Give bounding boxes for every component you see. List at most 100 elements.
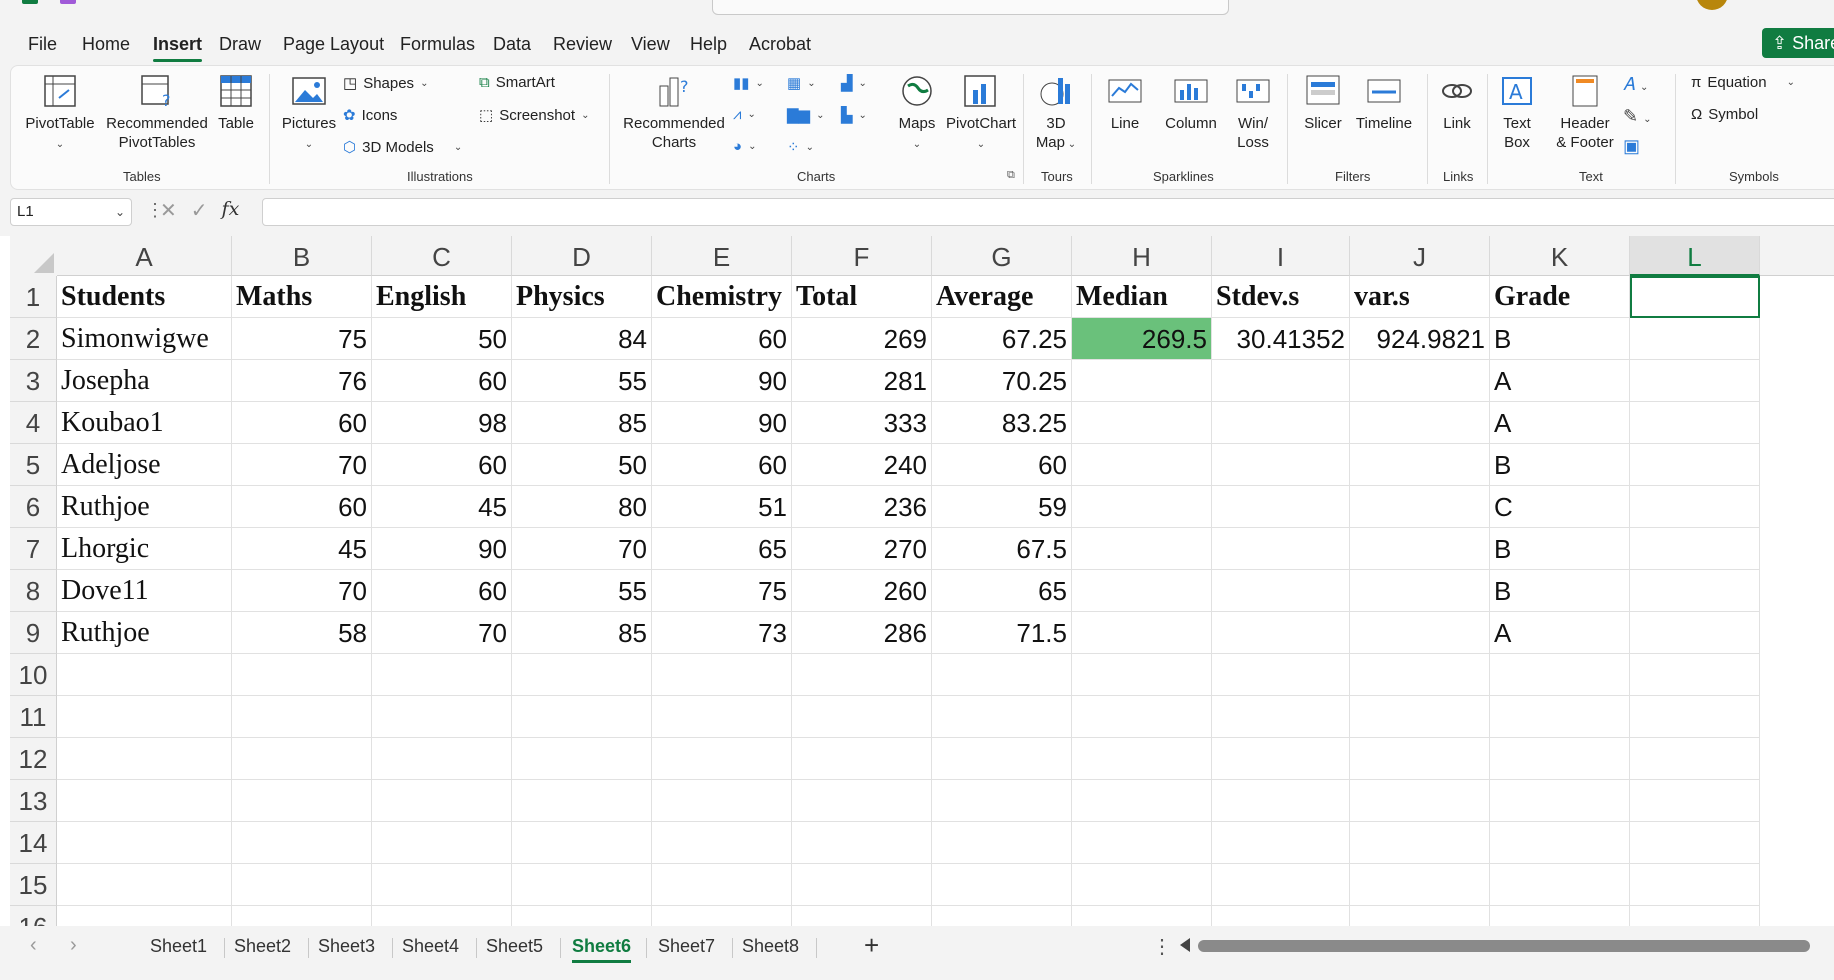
cancel-icon[interactable]: ✕ [160, 198, 177, 223]
sheet-tab-sheet4[interactable]: Sheet4 [402, 936, 459, 957]
tab-page-layout[interactable]: Page Layout [283, 34, 384, 55]
cell[interactable] [1072, 528, 1212, 570]
cell[interactable] [1350, 780, 1490, 822]
column-header-b[interactable]: B [232, 236, 372, 276]
tab-draw[interactable]: Draw [219, 34, 261, 55]
tab-file[interactable]: File [28, 34, 57, 55]
3d-map-button[interactable]: 3D Map ⌄ [1031, 74, 1081, 154]
scrollbar-thumb[interactable] [1198, 940, 1810, 952]
cell[interactable] [1630, 486, 1760, 528]
cell[interactable] [372, 654, 512, 696]
cell[interactable] [1630, 696, 1760, 738]
data-cell[interactable]: 90 [652, 360, 792, 402]
cell[interactable] [652, 864, 792, 906]
cell[interactable] [1350, 402, 1490, 444]
symbol-button[interactable]: Ω Symbol [1691, 106, 1758, 123]
header-cell-var-s[interactable]: var.s [1350, 276, 1490, 318]
data-cell[interactable]: 60 [372, 444, 512, 486]
more-options-icon[interactable]: ⋮ [1152, 934, 1172, 959]
cell[interactable] [792, 864, 932, 906]
header-cell-maths[interactable]: Maths [232, 276, 372, 318]
cell[interactable] [1490, 696, 1630, 738]
sheet-tab-sheet8[interactable]: Sheet8 [742, 936, 799, 957]
slicer-button[interactable]: Slicer [1295, 74, 1351, 133]
cell[interactable] [1630, 318, 1760, 360]
enter-icon[interactable]: ✓ [191, 198, 208, 223]
cell[interactable] [372, 780, 512, 822]
search-box[interactable] [712, 0, 1229, 15]
cell[interactable] [1212, 654, 1350, 696]
median-cell[interactable]: 269.5 [1072, 318, 1212, 360]
sparkline-column-button[interactable]: Column [1161, 74, 1221, 133]
cell[interactable] [232, 822, 372, 864]
student-name-cell[interactable]: Adeljose [57, 444, 232, 486]
row-header-5[interactable]: 5 [10, 444, 57, 486]
data-cell[interactable]: 59 [932, 486, 1072, 528]
cell[interactable] [1630, 402, 1760, 444]
column-chart-button[interactable]: ▮▮ ⌄ [733, 74, 764, 92]
cell[interactable] [1630, 360, 1760, 402]
column-header-h[interactable]: H [1072, 236, 1212, 276]
hierarchy-chart-button[interactable]: ▦ ⌄ [787, 74, 816, 92]
cell[interactable] [1072, 570, 1212, 612]
data-cell[interactable]: 60 [232, 402, 372, 444]
cell[interactable] [57, 864, 232, 906]
column-header-e[interactable]: E [652, 236, 792, 276]
cell[interactable] [1350, 612, 1490, 654]
data-cell[interactable]: 51 [652, 486, 792, 528]
cell[interactable] [57, 696, 232, 738]
data-cell[interactable]: 45 [232, 528, 372, 570]
cell[interactable] [1212, 360, 1350, 402]
cell[interactable] [232, 780, 372, 822]
cell[interactable] [1350, 444, 1490, 486]
cell[interactable] [1630, 444, 1760, 486]
cell[interactable] [1630, 738, 1760, 780]
cell[interactable] [57, 906, 232, 926]
row-header-6[interactable]: 6 [10, 486, 57, 528]
cell[interactable] [1630, 528, 1760, 570]
data-cell[interactable]: 70 [232, 444, 372, 486]
header-cell-students[interactable]: Students [57, 276, 232, 318]
data-cell[interactable]: 333 [792, 402, 932, 444]
scatter-chart-button[interactable]: ⁘ ⌄ [787, 138, 814, 156]
student-name-cell[interactable]: Dove11 [57, 570, 232, 612]
cell[interactable] [57, 654, 232, 696]
sparkline-line-button[interactable]: Line [1103, 74, 1147, 133]
cell[interactable] [1350, 864, 1490, 906]
row-header-12[interactable]: 12 [10, 738, 57, 780]
data-cell[interactable]: 80 [512, 486, 652, 528]
column-header-d[interactable]: D [512, 236, 652, 276]
cell[interactable] [932, 906, 1072, 926]
row-header-10[interactable]: 10 [10, 654, 57, 696]
wordart-icon[interactable]: 𝐴 ⌄ [1623, 74, 1648, 95]
cell[interactable] [932, 822, 1072, 864]
cell[interactable] [932, 696, 1072, 738]
tab-review[interactable]: Review [553, 34, 612, 55]
header-cell-average[interactable]: Average [932, 276, 1072, 318]
student-name-cell[interactable]: Lhorgic [57, 528, 232, 570]
grade-cell[interactable]: A [1490, 360, 1630, 402]
grade-cell[interactable]: B [1490, 444, 1630, 486]
recommended-charts-button[interactable]: ? Recommended Charts [619, 74, 729, 152]
cell[interactable] [652, 906, 792, 926]
cell[interactable] [372, 822, 512, 864]
pictures-button[interactable]: Pictures ⌄ [279, 74, 339, 154]
data-cell[interactable]: 70 [372, 612, 512, 654]
text-box-button[interactable]: A Text Box [1495, 74, 1539, 152]
data-cell[interactable]: 67.25 [932, 318, 1072, 360]
tab-insert[interactable]: Insert [153, 34, 203, 62]
screenshot-button[interactable]: ⬚ Screenshot ⌄ [479, 106, 589, 125]
sheet-tab-sheet2[interactable]: Sheet2 [234, 936, 291, 957]
row-header-1[interactable]: 1 [10, 276, 57, 318]
student-name-cell[interactable]: Koubao1 [57, 402, 232, 444]
data-cell[interactable]: 269 [792, 318, 932, 360]
cell[interactable] [232, 738, 372, 780]
horizontal-scrollbar[interactable] [1180, 938, 1834, 954]
object-icon[interactable]: ▣ [1623, 136, 1640, 157]
column-header-i[interactable]: I [1212, 236, 1350, 276]
smartart-button[interactable]: ⧉ SmartArt [479, 74, 555, 91]
cell[interactable] [652, 696, 792, 738]
data-cell[interactable]: 50 [372, 318, 512, 360]
add-sheet-button[interactable]: + [864, 930, 879, 961]
cell[interactable] [1490, 654, 1630, 696]
